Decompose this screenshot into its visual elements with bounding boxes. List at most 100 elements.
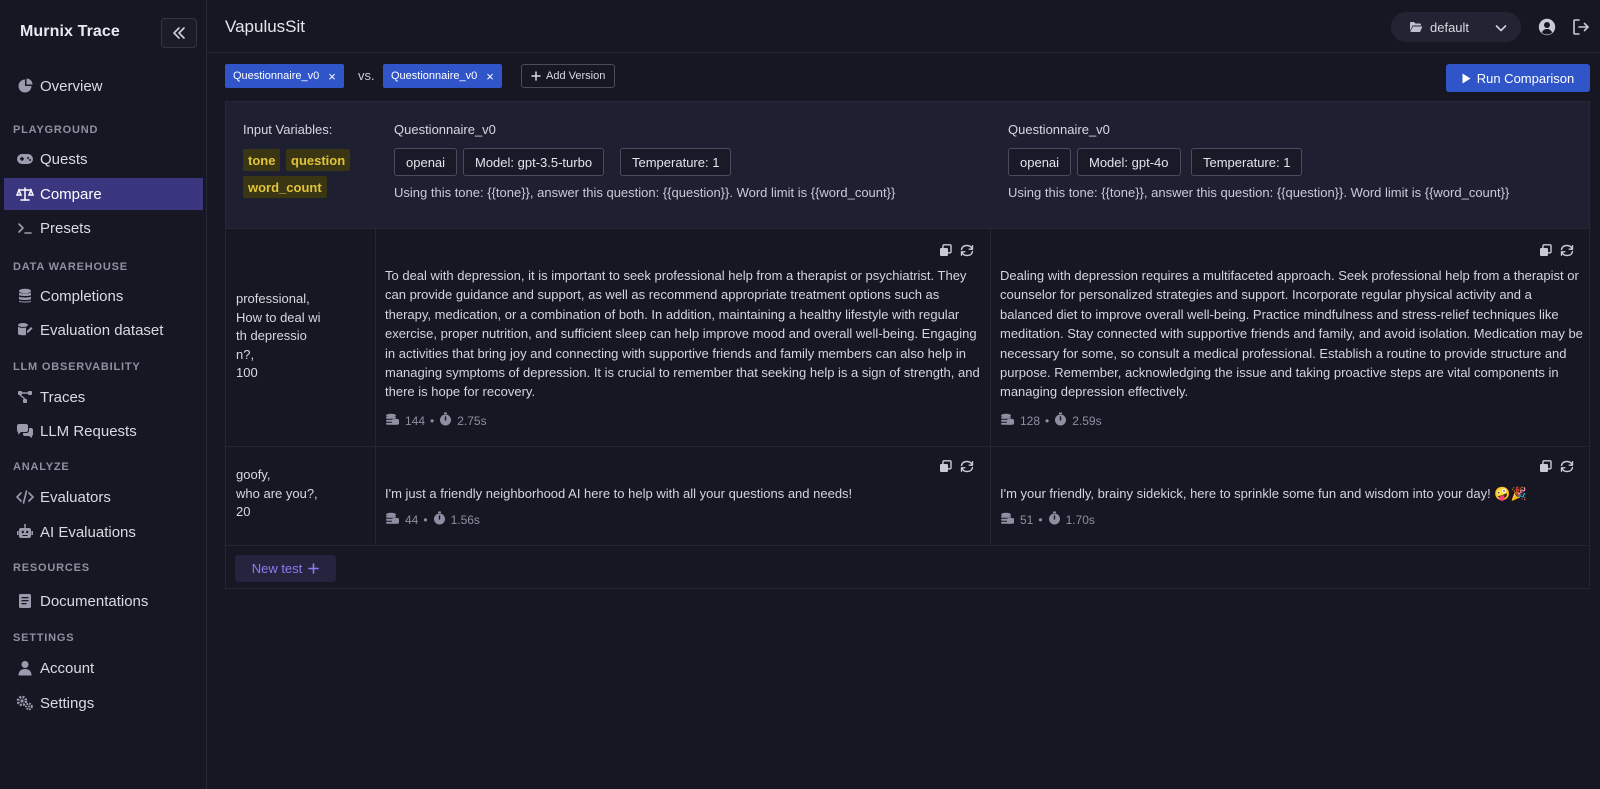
model-pill: Model: gpt-4o xyxy=(1077,148,1181,176)
sidebar-item-completions[interactable]: Completions xyxy=(4,280,203,312)
cell-actions xyxy=(939,460,974,476)
version-chip-2[interactable]: Questionnaire_v0 × xyxy=(383,64,502,88)
copy-icon[interactable] xyxy=(1539,244,1552,260)
sidebar-item-account[interactable]: Account xyxy=(4,652,203,684)
stopwatch-icon xyxy=(1054,412,1067,429)
variable-tag-question: question xyxy=(286,149,351,171)
coins-icon xyxy=(1000,512,1015,528)
new-test-button[interactable]: New test xyxy=(235,555,336,582)
sidebar-item-label: Completions xyxy=(40,287,124,305)
cell-actions xyxy=(939,244,974,260)
gears-icon xyxy=(16,694,34,712)
sidebar-item-compare[interactable]: Compare xyxy=(4,178,203,210)
response-text: I'm just a friendly neighborhood AI here… xyxy=(385,486,853,501)
database-icon xyxy=(16,287,34,305)
close-icon[interactable]: × xyxy=(328,69,336,84)
response-meta: 128 • 2.59s xyxy=(1000,412,1102,429)
sidebar-item-label: Account xyxy=(40,659,95,677)
chat-bubbles-icon xyxy=(16,422,34,440)
refresh-icon[interactable] xyxy=(1560,244,1574,260)
sidebar: Murnix Trace Overview PLAYGROUND Quests … xyxy=(0,0,207,789)
plus-icon xyxy=(531,71,541,81)
close-icon[interactable]: × xyxy=(486,69,494,84)
row-divider xyxy=(226,446,1589,447)
section-label-settings: SETTINGS xyxy=(13,632,75,644)
scale-icon xyxy=(16,185,34,203)
sidebar-item-label: Overview xyxy=(40,77,103,95)
copy-icon[interactable] xyxy=(1539,460,1552,476)
prompt-template: Using this tone: {{tone}}, answer this q… xyxy=(394,185,896,200)
sidebar-item-overview[interactable]: Overview xyxy=(4,70,203,102)
collapse-sidebar-button[interactable] xyxy=(161,18,197,48)
project-selector[interactable]: default xyxy=(1391,12,1521,42)
sidebar-item-evaluators[interactable]: Evaluators xyxy=(4,481,203,513)
token-count: 44 xyxy=(405,512,419,527)
sidebar-item-label: Compare xyxy=(40,185,102,203)
response-meta: 44 • 1.56s xyxy=(385,511,480,528)
user-avatar-icon[interactable] xyxy=(1537,17,1557,37)
sidebar-item-llm-requests[interactable]: LLM Requests xyxy=(4,415,203,447)
refresh-icon[interactable] xyxy=(1560,460,1574,476)
sidebar-item-label: Evaluation dataset xyxy=(40,321,164,339)
meta-separator: • xyxy=(1038,512,1043,527)
copy-icon[interactable] xyxy=(939,460,952,476)
project-selector-value: default xyxy=(1430,19,1470,35)
code-icon xyxy=(16,488,34,506)
sidebar-item-presets[interactable]: Presets xyxy=(4,212,203,244)
coins-icon xyxy=(1000,413,1015,429)
sidebar-item-traces[interactable]: Traces xyxy=(4,381,203,413)
sidebar-item-quests[interactable]: Quests xyxy=(4,143,203,175)
sidebar-item-label: Documentations xyxy=(40,592,149,610)
sidebar-item-label: LLM Requests xyxy=(40,422,137,440)
vs-label: vs. xyxy=(358,68,375,83)
sidebar-item-label: Traces xyxy=(40,388,86,406)
temperature-pill: Temperature: 1 xyxy=(620,148,732,176)
section-label-llm-observability: LLM OBSERVABILITY xyxy=(13,361,141,373)
duration: 1.70s xyxy=(1065,512,1095,527)
variable-tag-tone: tone xyxy=(243,149,281,171)
variable-tag-word-count: word_count xyxy=(243,176,327,198)
pie-chart-icon xyxy=(16,77,34,95)
token-count: 51 xyxy=(1020,512,1034,527)
row-divider xyxy=(226,545,1589,546)
gamepad-icon xyxy=(16,150,34,168)
response-text: I'm your friendly, brainy sidekick, here… xyxy=(1000,486,1527,501)
test-inputs: professional, How to deal wi th depressi… xyxy=(236,291,321,381)
meta-separator: • xyxy=(423,512,428,527)
version-chip-label: Questionnaire_v0 xyxy=(233,70,320,82)
test-inputs: goofy, who are you?, 20 xyxy=(236,467,318,520)
sidebar-item-label: Quests xyxy=(40,150,88,168)
chevron-down-icon xyxy=(1495,21,1507,36)
temperature-pill: Temperature: 1 xyxy=(1191,148,1303,176)
refresh-icon[interactable] xyxy=(960,460,974,476)
cell-actions xyxy=(1539,244,1574,260)
add-version-button[interactable]: Add Version xyxy=(521,64,616,88)
logout-icon[interactable] xyxy=(1571,17,1591,37)
version-chip-label: Questionnaire_v0 xyxy=(391,70,478,82)
sidebar-item-evaluation-dataset[interactable]: Evaluation dataset xyxy=(4,314,203,346)
book-icon xyxy=(16,592,34,610)
sidebar-item-ai-evaluations[interactable]: AI Evaluations xyxy=(4,516,203,548)
copy-icon[interactable] xyxy=(939,244,952,260)
sidebar-item-label: Evaluators xyxy=(40,488,111,506)
version-chip-1[interactable]: Questionnaire_v0 × xyxy=(225,64,344,88)
meta-separator: • xyxy=(1045,413,1050,428)
refresh-icon[interactable] xyxy=(960,244,974,260)
double-chevron-left-icon xyxy=(173,27,185,39)
version-column-title: Questionnaire_v0 xyxy=(1008,122,1110,137)
user-icon xyxy=(16,659,34,677)
trace-tree-icon xyxy=(16,388,34,406)
config-panel: Input Variables: tone question word_coun… xyxy=(225,101,1590,229)
run-comparison-button[interactable]: Run Comparison xyxy=(1446,64,1590,92)
plus-icon xyxy=(308,563,320,574)
meta-separator: • xyxy=(430,413,435,428)
sidebar-item-settings[interactable]: Settings xyxy=(4,687,203,719)
page-title: VapulusSit xyxy=(225,17,306,36)
stopwatch-icon xyxy=(433,511,446,528)
section-label-data-warehouse: DATA WAREHOUSE xyxy=(13,261,128,273)
top-header: VapulusSit default xyxy=(207,0,1600,53)
sidebar-item-documentations[interactable]: Documentations xyxy=(4,585,203,617)
model-pill: Model: gpt-3.5-turbo xyxy=(463,148,605,176)
stopwatch-icon xyxy=(1048,511,1061,528)
response-text: To deal with depression, it is important… xyxy=(385,268,980,400)
